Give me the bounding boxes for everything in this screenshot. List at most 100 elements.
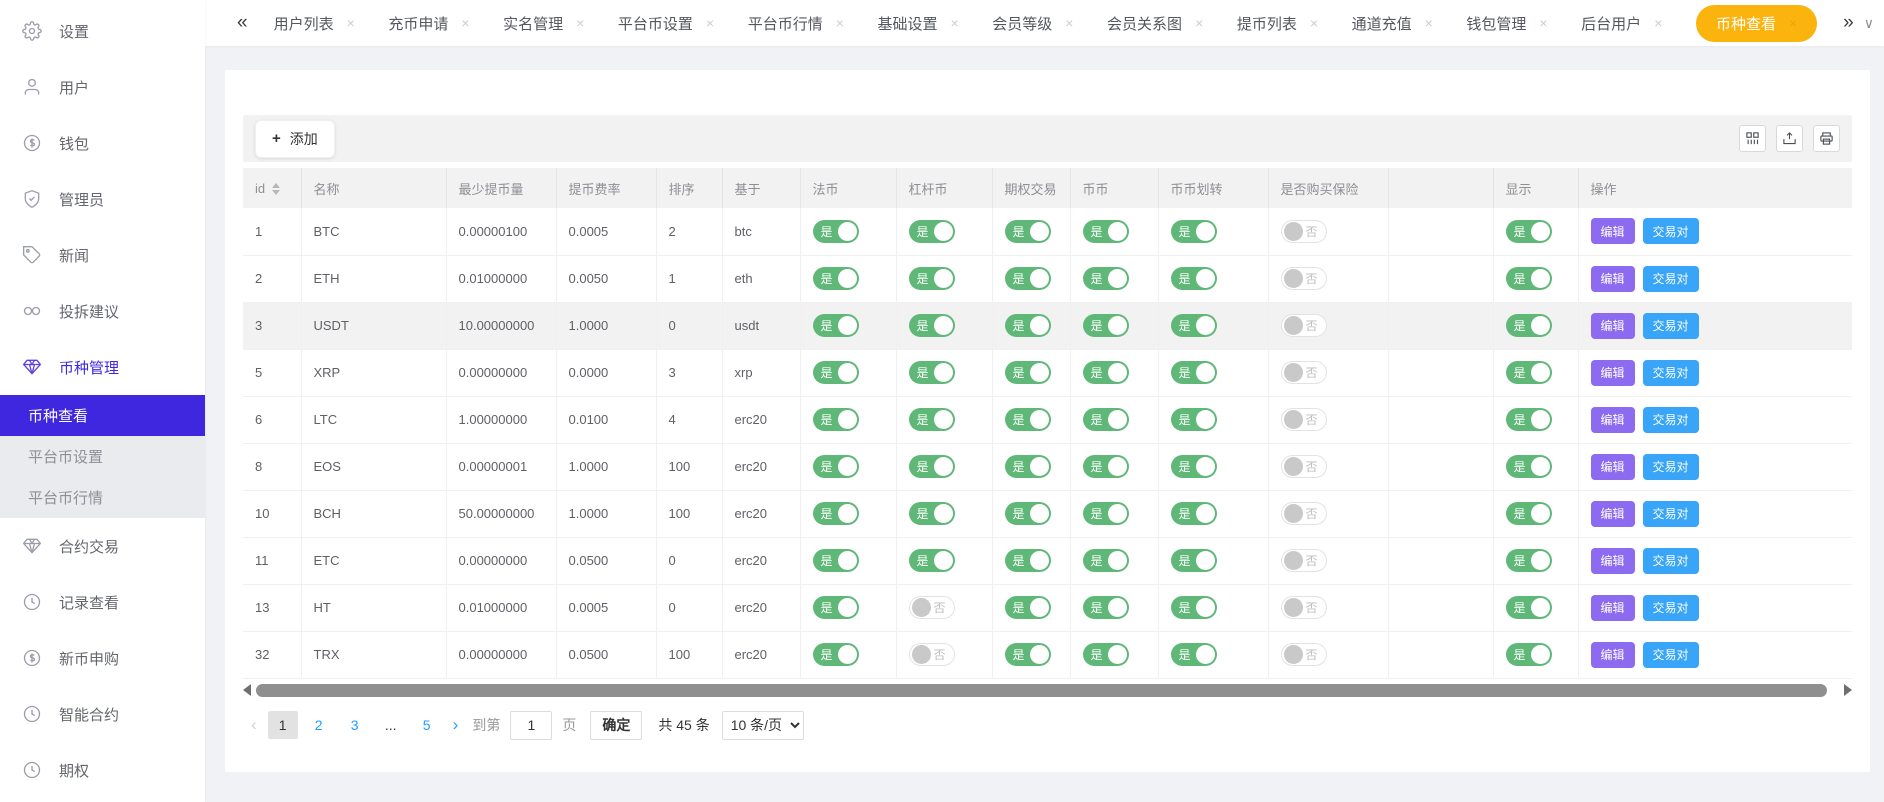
tab-平台币设置[interactable]: 平台币设置× [618, 13, 714, 34]
toggle-币币[interactable]: 是 [1083, 314, 1129, 337]
close-icon[interactable]: × [347, 15, 355, 31]
sidebar-item-用户[interactable]: 用户 [0, 59, 205, 115]
tabs-scroll-left-icon[interactable]: « [233, 12, 252, 34]
toggle-显示[interactable]: 是 [1506, 220, 1552, 243]
sidebar-item-投拆建议[interactable]: 投拆建议 [0, 283, 205, 339]
submenu-item-平台币行情[interactable]: 平台币行情 [0, 477, 205, 518]
tabs-menu-icon[interactable]: ∨ [1864, 15, 1874, 32]
toggle-币币[interactable]: 是 [1083, 220, 1129, 243]
edit-button[interactable]: 编辑 [1591, 313, 1635, 339]
toggle-是否购买保险[interactable]: 否 [1281, 455, 1327, 478]
sidebar-item-钱包[interactable]: 钱包 [0, 115, 205, 171]
page-2[interactable]: 2 [304, 711, 334, 739]
trade-pair-button[interactable]: 交易对 [1643, 407, 1699, 433]
sidebar-item-新闻[interactable]: 新闻 [0, 227, 205, 283]
toggle-币币划转[interactable]: 是 [1171, 361, 1217, 384]
toggle-币币划转[interactable]: 是 [1171, 267, 1217, 290]
toggle-期权交易[interactable]: 是 [1005, 643, 1051, 666]
add-button[interactable]: + 添加 [255, 120, 335, 158]
toggle-法币[interactable]: 是 [813, 220, 859, 243]
print-button[interactable] [1813, 125, 1840, 152]
scroll-left-icon[interactable] [243, 684, 251, 696]
toggle-杠杆币[interactable]: 是 [909, 220, 955, 243]
next-page-icon[interactable]: › [445, 715, 467, 735]
close-icon[interactable]: × [1195, 15, 1203, 31]
sidebar-item-设置[interactable]: 设置 [0, 3, 205, 59]
toggle-法币[interactable]: 是 [813, 643, 859, 666]
toggle-显示[interactable]: 是 [1506, 267, 1552, 290]
toggle-是否购买保险[interactable]: 否 [1281, 220, 1327, 243]
sidebar-item-记录查看[interactable]: 记录查看 [0, 574, 205, 630]
toggle-显示[interactable]: 是 [1506, 596, 1552, 619]
toggle-法币[interactable]: 是 [813, 314, 859, 337]
toggle-期权交易[interactable]: 是 [1005, 408, 1051, 431]
toggle-币币[interactable]: 是 [1083, 408, 1129, 431]
tab-用户列表[interactable]: 用户列表× [274, 13, 355, 34]
toggle-期权交易[interactable]: 是 [1005, 361, 1051, 384]
toggle-杠杆币[interactable]: 是 [909, 314, 955, 337]
trade-pair-button[interactable]: 交易对 [1643, 266, 1699, 292]
columns-button[interactable] [1739, 125, 1766, 152]
trade-pair-button[interactable]: 交易对 [1643, 595, 1699, 621]
toggle-币币划转[interactable]: 是 [1171, 643, 1217, 666]
toggle-杠杆币[interactable]: 是 [909, 549, 955, 572]
toggle-币币[interactable]: 是 [1083, 596, 1129, 619]
close-icon[interactable]: × [706, 15, 714, 31]
page-size-select[interactable]: 10 条/页 [722, 711, 804, 740]
tab-实名管理[interactable]: 实名管理× [503, 13, 584, 34]
trade-pair-button[interactable]: 交易对 [1643, 218, 1699, 244]
trade-pair-button[interactable]: 交易对 [1643, 548, 1699, 574]
trade-pair-button[interactable]: 交易对 [1643, 501, 1699, 527]
close-icon[interactable]: × [1425, 15, 1433, 31]
scroll-right-icon[interactable] [1844, 684, 1852, 696]
toggle-是否购买保险[interactable]: 否 [1281, 314, 1327, 337]
toggle-法币[interactable]: 是 [813, 455, 859, 478]
toggle-期权交易[interactable]: 是 [1005, 314, 1051, 337]
toggle-杠杆币[interactable]: 是 [909, 408, 955, 431]
toggle-期权交易[interactable]: 是 [1005, 549, 1051, 572]
toggle-期权交易[interactable]: 是 [1005, 502, 1051, 525]
page-1[interactable]: 1 [268, 711, 298, 739]
toggle-法币[interactable]: 是 [813, 408, 859, 431]
edit-button[interactable]: 编辑 [1591, 266, 1635, 292]
toggle-币币划转[interactable]: 是 [1171, 314, 1217, 337]
toggle-币币[interactable]: 是 [1083, 643, 1129, 666]
submenu-item-平台币设置[interactable]: 平台币设置 [0, 436, 205, 477]
toggle-杠杆币[interactable]: 否 [909, 643, 955, 666]
goto-page-input[interactable] [510, 711, 552, 740]
close-icon[interactable]: × [1539, 15, 1547, 31]
close-icon[interactable]: × [576, 15, 584, 31]
toggle-期权交易[interactable]: 是 [1005, 455, 1051, 478]
trade-pair-button[interactable]: 交易对 [1643, 454, 1699, 480]
toggle-法币[interactable]: 是 [813, 361, 859, 384]
toggle-杠杆币[interactable]: 是 [909, 455, 955, 478]
toggle-杠杆币[interactable]: 是 [909, 267, 955, 290]
toggle-显示[interactable]: 是 [1506, 314, 1552, 337]
tab-币种查看[interactable]: 币种查看× [1696, 5, 1817, 42]
trade-pair-button[interactable]: 交易对 [1643, 360, 1699, 386]
tab-平台币行情[interactable]: 平台币行情× [748, 13, 844, 34]
tab-会员关系图[interactable]: 会员关系图× [1107, 13, 1203, 34]
sidebar-item-新币申购[interactable]: 新币申购 [0, 630, 205, 686]
toggle-显示[interactable]: 是 [1506, 643, 1552, 666]
toggle-期权交易[interactable]: 是 [1005, 596, 1051, 619]
toggle-法币[interactable]: 是 [813, 549, 859, 572]
sort-icon[interactable] [272, 183, 280, 195]
close-icon[interactable]: × [836, 15, 844, 31]
confirm-button[interactable]: 确定 [590, 711, 642, 740]
tab-通道充值[interactable]: 通道充值× [1352, 13, 1433, 34]
tab-提币列表[interactable]: 提币列表× [1237, 13, 1318, 34]
toggle-法币[interactable]: 是 [813, 502, 859, 525]
trade-pair-button[interactable]: 交易对 [1643, 642, 1699, 668]
toggle-币币划转[interactable]: 是 [1171, 549, 1217, 572]
close-icon[interactable]: × [1065, 15, 1073, 31]
toggle-是否购买保险[interactable]: 否 [1281, 408, 1327, 431]
toggle-显示[interactable]: 是 [1506, 549, 1552, 572]
toggle-币币划转[interactable]: 是 [1171, 455, 1217, 478]
toggle-显示[interactable]: 是 [1506, 361, 1552, 384]
close-icon[interactable]: × [951, 15, 959, 31]
tab-会员等级[interactable]: 会员等级× [992, 13, 1073, 34]
toggle-币币划转[interactable]: 是 [1171, 596, 1217, 619]
toggle-币币划转[interactable]: 是 [1171, 220, 1217, 243]
close-icon[interactable]: × [461, 15, 469, 31]
